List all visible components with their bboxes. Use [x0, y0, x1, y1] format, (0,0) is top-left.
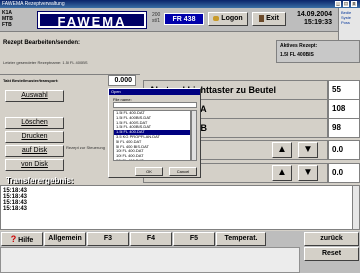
print-button[interactable]: Drucken — [5, 131, 64, 143]
maximize-button[interactable]: □ — [343, 1, 349, 7]
exit-label: Exit — [266, 15, 279, 22]
door-icon — [259, 14, 265, 22]
file-name-input[interactable] — [113, 102, 197, 108]
dialog-title: Open — [109, 89, 200, 95]
f4-button[interactable]: F4 — [130, 232, 172, 246]
logon-label: Logon — [221, 15, 243, 22]
transport-label: Takt Bestellmuster/transport: — [3, 78, 59, 83]
log-line: 15:18:43 — [3, 206, 28, 212]
down-arrow-button[interactable]: ▼ — [298, 165, 318, 181]
general-button[interactable]: Allgemein — [44, 232, 86, 246]
active-recipe-label: Aktives Rezept: — [280, 43, 318, 49]
active-recipe-box: Aktives Rezept: 1.5l FL 400BIS — [276, 40, 360, 63]
transport-value[interactable]: 0.000 — [108, 75, 136, 86]
temperature-button[interactable]: Temperat. — [216, 232, 266, 246]
f5-button[interactable]: F5 — [173, 232, 215, 246]
select-button[interactable]: Auswahl — [5, 90, 64, 102]
fawema-logo: FAWEMA — [37, 11, 147, 29]
param-value[interactable]: 108 — [328, 99, 360, 119]
param-value[interactable]: 0.0 — [328, 163, 360, 183]
delete-button[interactable]: Löschen — [5, 117, 64, 129]
transfer-log: 15:18:43 15:18:43 15:18:43 15:18:43 — [0, 185, 360, 230]
save-to-disk-button[interactable]: auf Disk — [5, 145, 64, 157]
log-scrollbar[interactable] — [352, 186, 359, 229]
id-ftb: FTB — [2, 22, 12, 28]
active-recipe-value: 1.5l FL 400BIS — [280, 52, 314, 58]
transfer-heading: Transferergebnis: — [6, 176, 74, 185]
param-value[interactable]: 98 — [328, 118, 360, 138]
question-icon: ? — [10, 234, 17, 244]
status-bar — [0, 247, 300, 273]
load-from-disk-button[interactable]: von Disk — [5, 159, 64, 171]
window-title: FAWEMA Rezeptverwaltung — [2, 1, 65, 7]
ok-button[interactable]: OK — [135, 167, 163, 176]
close-button[interactable]: x — [351, 1, 357, 7]
machine-badge: FR 438 — [164, 13, 204, 25]
up-arrow-button[interactable]: ▲ — [272, 142, 292, 158]
file-list-item[interactable]: 20l FL 400.DAT — [114, 158, 190, 160]
key-icon — [213, 15, 220, 21]
cancel-button[interactable]: Cancel — [169, 167, 197, 176]
file-list-scrollbar[interactable] — [191, 110, 197, 161]
back-button[interactable]: zurück — [304, 232, 359, 246]
last-recipe-line: Letzter gesendeter Rezeptname: 1.5l FL 4… — [3, 60, 88, 65]
file-list[interactable]: 1.5l FL 400.DAT 1.5l FL 400BIS.DAT 1.5l FL… — [113, 110, 191, 161]
help-button[interactable]: ? Hilfe — [1, 232, 43, 246]
datetime: 14.09.2004 15:19:33 — [286, 11, 332, 27]
file-open-dialog: Open File name: 1.5l FL 400.DAT 1.5l FL 4… — [108, 88, 201, 178]
machine-ids: K1A MTB FTB — [2, 10, 13, 28]
counter-unit: st/1 — [152, 18, 161, 24]
window-titlebar: FAWEMA Rezeptverwaltung _ □ x — [0, 0, 360, 8]
side-menu-item[interactable]: Poss — [341, 20, 358, 25]
down-arrow-button[interactable]: ▼ — [298, 142, 318, 158]
time-display: 15:19:33 — [303, 19, 332, 26]
param-value[interactable]: 0.0 — [328, 140, 360, 160]
counter: 200 st/1 — [152, 12, 160, 24]
up-arrow-button[interactable]: ▲ — [272, 165, 292, 181]
exit-button[interactable]: Exit — [252, 12, 286, 26]
date-display: 14.09.2004 — [296, 11, 332, 18]
param-value[interactable]: 55 — [328, 80, 360, 100]
help-label: Hilfe — [18, 237, 34, 244]
logon-button[interactable]: Logon — [208, 12, 248, 26]
f3-button[interactable]: F3 — [87, 232, 129, 246]
recipe-heading: Rezept Bearbeiten/senden: — [3, 40, 81, 46]
minimize-button[interactable]: _ — [335, 1, 341, 7]
reset-button[interactable]: Reset — [304, 247, 359, 261]
send-note: Rezept zur Steuerung — [66, 145, 105, 150]
